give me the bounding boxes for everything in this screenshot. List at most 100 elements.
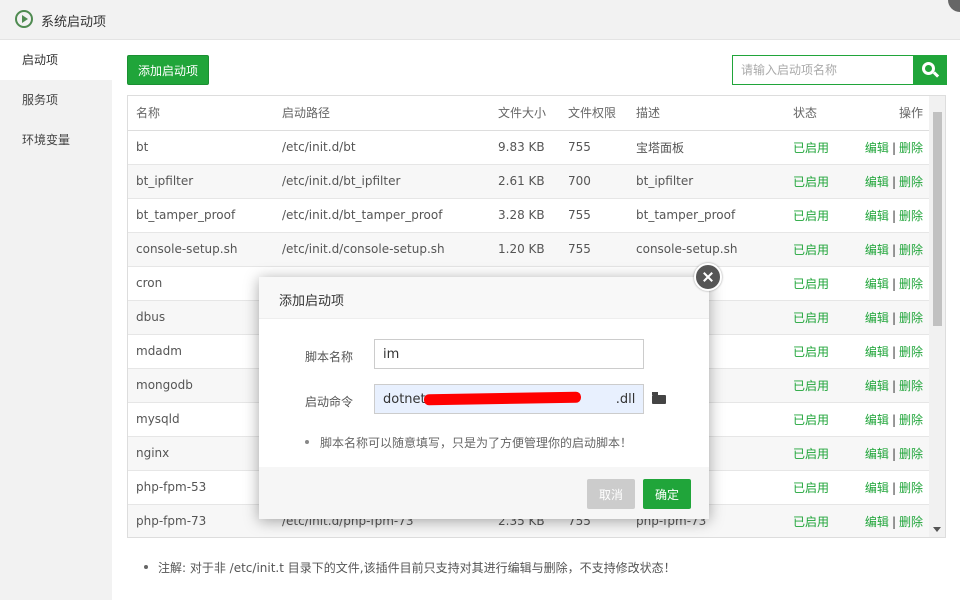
- edit-link[interactable]: 编辑: [865, 345, 889, 359]
- delete-link[interactable]: 删除: [899, 447, 923, 461]
- status-toggle[interactable]: 已启用: [785, 300, 847, 335]
- edit-link[interactable]: 编辑: [865, 515, 889, 529]
- delete-link[interactable]: 删除: [899, 515, 923, 529]
- cancel-button[interactable]: 取消: [587, 479, 635, 509]
- delete-link[interactable]: 删除: [899, 243, 923, 257]
- folder-open-icon[interactable]: [652, 392, 666, 404]
- cell-size: 1.20 KB: [490, 232, 560, 267]
- confirm-button[interactable]: 确定: [643, 479, 691, 509]
- status-toggle[interactable]: 已启用: [785, 266, 847, 301]
- sidebar: 启动项 服务项 环境变量: [0, 40, 112, 600]
- script-name-label: 脚本名称: [305, 350, 354, 364]
- cell-perm: 755: [560, 198, 628, 233]
- cell-desc: 宝塔面板: [628, 130, 785, 165]
- status-toggle[interactable]: 已启用: [785, 402, 847, 437]
- dialog-tip: 脚本名称可以随意填写，只是为了方便管理你的启动脚本！: [304, 436, 633, 450]
- cell-path: /etc/init.d/console-setup.sh: [274, 232, 490, 267]
- add-startup-button[interactable]: 添加启动项: [127, 55, 209, 85]
- cell-perm: 700: [560, 164, 628, 199]
- delete-link[interactable]: 删除: [899, 311, 923, 325]
- delete-link[interactable]: 删除: [899, 379, 923, 393]
- status-toggle[interactable]: 已启用: [785, 470, 847, 505]
- edit-link[interactable]: 编辑: [865, 209, 889, 223]
- dialog-footer: 取消 确定: [259, 467, 709, 519]
- cell-ops: 编辑 | 删除: [847, 130, 931, 165]
- op-separator: |: [891, 276, 896, 291]
- cell-name: console-setup.sh: [128, 232, 274, 267]
- status-toggle[interactable]: 已启用: [785, 232, 847, 267]
- footer-note: 注解: 对于非 /etc/init.t 目录下的文件,该插件目前只支持对其进行编…: [144, 561, 676, 575]
- status-toggle[interactable]: 已启用: [785, 436, 847, 471]
- search-input[interactable]: [732, 55, 913, 85]
- table-row: bt_tamper_proof/etc/init.d/bt_tamper_pro…: [128, 198, 931, 233]
- table-row: bt_ipfilter/etc/init.d/bt_ipfilter 2.61 K…: [128, 164, 931, 199]
- scroll-down-arrow-icon[interactable]: [933, 527, 941, 532]
- edit-link[interactable]: 编辑: [865, 243, 889, 257]
- cell-name: bt_tamper_proof: [128, 198, 274, 233]
- edit-link[interactable]: 编辑: [865, 447, 889, 461]
- op-separator: |: [891, 514, 896, 529]
- status-toggle[interactable]: 已启用: [785, 164, 847, 199]
- delete-link[interactable]: 删除: [899, 141, 923, 155]
- op-separator: |: [891, 208, 896, 223]
- op-separator: |: [891, 174, 896, 189]
- cell-ops: 编辑 | 删除: [847, 470, 931, 505]
- edit-link[interactable]: 编辑: [865, 141, 889, 155]
- cell-name: mdadm: [128, 334, 274, 369]
- window-close-icon[interactable]: [948, 0, 960, 12]
- search-button[interactable]: [913, 55, 947, 85]
- edit-link[interactable]: 编辑: [865, 413, 889, 427]
- op-separator: |: [891, 446, 896, 461]
- op-separator: |: [891, 480, 896, 495]
- start-command-label: 启动命令: [305, 395, 354, 409]
- cell-name: nginx: [128, 436, 274, 471]
- cell-ops: 编辑 | 删除: [847, 198, 931, 233]
- cell-name: php-fpm-53: [128, 470, 274, 505]
- delete-link[interactable]: 删除: [899, 481, 923, 495]
- cell-ops: 编辑 | 删除: [847, 436, 931, 471]
- scrollbar-thumb[interactable]: [933, 112, 942, 326]
- cell-ops: 编辑 | 删除: [847, 334, 931, 369]
- sidebar-item-services[interactable]: 服务项: [0, 80, 112, 120]
- cell-ops: 编辑 | 删除: [847, 232, 931, 267]
- status-toggle[interactable]: 已启用: [785, 130, 847, 165]
- cell-name: dbus: [128, 300, 274, 335]
- col-perm-header: 文件权限: [560, 96, 628, 131]
- sidebar-item-startup[interactable]: 启动项: [0, 40, 112, 80]
- edit-link[interactable]: 编辑: [865, 481, 889, 495]
- status-toggle[interactable]: 已启用: [785, 368, 847, 403]
- script-name-input[interactable]: [374, 339, 644, 369]
- cell-ops: 编辑 | 删除: [847, 300, 931, 335]
- status-toggle[interactable]: 已启用: [785, 334, 847, 369]
- delete-link[interactable]: 删除: [899, 345, 923, 359]
- status-toggle[interactable]: 已启用: [785, 504, 847, 537]
- add-startup-dialog: 添加启动项 脚本名称 启动命令 脚本名称可以随意填写，只是为了方便管理你的启动脚…: [259, 263, 722, 519]
- edit-link[interactable]: 编辑: [865, 175, 889, 189]
- window-titlebar: 系统启动项: [0, 0, 960, 40]
- edit-link[interactable]: 编辑: [865, 311, 889, 325]
- delete-link[interactable]: 删除: [899, 209, 923, 223]
- cell-desc: console-setup.sh: [628, 232, 785, 267]
- col-name-header: 名称: [128, 96, 274, 131]
- dialog-close-icon[interactable]: [694, 263, 722, 291]
- cell-ops: 编辑 | 删除: [847, 368, 931, 403]
- col-ops-header: 操作: [847, 96, 931, 131]
- edit-link[interactable]: 编辑: [865, 277, 889, 291]
- delete-link[interactable]: 删除: [899, 277, 923, 291]
- cell-path: /etc/init.d/bt_ipfilter: [274, 164, 490, 199]
- op-separator: |: [891, 378, 896, 393]
- edit-link[interactable]: 编辑: [865, 379, 889, 393]
- cell-name: mysqld: [128, 402, 274, 437]
- delete-link[interactable]: 删除: [899, 175, 923, 189]
- cell-ops: 编辑 | 删除: [847, 164, 931, 199]
- table-header-row: 名称 启动路径 文件大小 文件权限 描述 状态 操作: [128, 96, 931, 131]
- col-desc-header: 描述: [628, 96, 785, 131]
- op-separator: |: [891, 344, 896, 359]
- delete-link[interactable]: 删除: [899, 413, 923, 427]
- sidebar-item-env-vars[interactable]: 环境变量: [0, 120, 112, 160]
- col-size-header: 文件大小: [490, 96, 560, 131]
- cell-perm: 755: [560, 130, 628, 165]
- status-toggle[interactable]: 已启用: [785, 198, 847, 233]
- cell-perm: 755: [560, 232, 628, 267]
- table-scrollbar[interactable]: [929, 96, 945, 537]
